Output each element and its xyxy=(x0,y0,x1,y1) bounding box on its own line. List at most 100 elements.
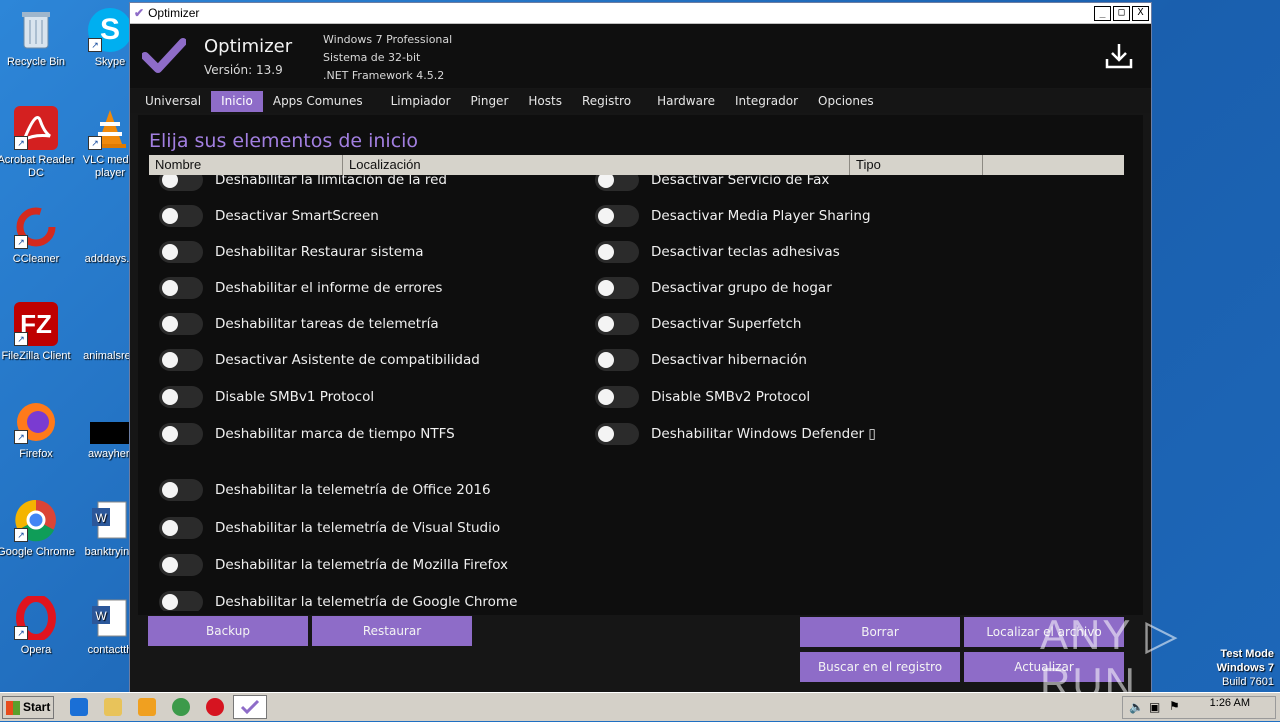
desktop-icon-firefox[interactable]: ↗ Firefox xyxy=(0,400,75,461)
toggle-switch[interactable] xyxy=(595,277,639,299)
chrome-taskbar-icon[interactable] xyxy=(172,698,190,716)
tab-apps-comunes[interactable]: Apps Comunes xyxy=(263,91,381,112)
tab-pinger[interactable]: Pinger xyxy=(461,91,519,112)
toggle-switch[interactable] xyxy=(159,386,203,408)
windows-logo-icon xyxy=(6,700,20,715)
toggle-item[interactable]: Disable SMBv2 Protocol xyxy=(595,386,810,408)
desktop-icon-filezilla[interactable]: FZ ↗ FileZilla Client xyxy=(0,302,75,363)
system-tray: 🔈 ▣ ⚑ xyxy=(1122,696,1276,719)
panel-title: Elija sus elementos de inicio xyxy=(149,130,419,152)
toggle-item[interactable]: Desactivar hibernación xyxy=(595,349,807,371)
desktop-icon-chrome[interactable]: ↗ Google Chrome xyxy=(0,498,75,559)
toggle-switch[interactable] xyxy=(159,423,203,445)
toggle-label: Deshabilitar la telemetría de Google Chr… xyxy=(215,594,518,610)
toggle-item[interactable]: Deshabilitar la limitación de la red xyxy=(159,175,447,191)
toggle-item[interactable]: Deshabilitar tareas de telemetría xyxy=(159,313,439,335)
clock[interactable]: 1:26 AM xyxy=(1210,697,1250,709)
toggle-switch[interactable] xyxy=(159,349,203,371)
desktop-icon-label: contactth xyxy=(87,644,133,656)
toggle-item[interactable]: Desactivar Servicio de Fax xyxy=(595,175,829,191)
internet-explorer-icon[interactable] xyxy=(70,698,88,716)
optimizer-taskbar-button[interactable] xyxy=(233,695,267,719)
toggle-switch[interactable] xyxy=(159,205,203,227)
toggle-item[interactable]: Deshabilitar marca de tiempo NTFS xyxy=(159,423,455,445)
flag-icon[interactable]: ⚑ xyxy=(1169,699,1180,713)
toggle-item[interactable]: Deshabilitar la telemetría de Mozilla Fi… xyxy=(159,554,508,576)
minimize-button[interactable]: _ xyxy=(1094,6,1111,21)
toggle-switch[interactable] xyxy=(159,175,203,191)
toggle-item[interactable]: Deshabilitar la telemetría de Office 201… xyxy=(159,479,491,501)
tab-universal[interactable]: Universal xyxy=(135,91,211,112)
desktop-icon-label: Firefox xyxy=(19,448,53,460)
toggle-switch[interactable] xyxy=(159,313,203,335)
desktop-icon-recycle-bin[interactable]: Recycle Bin xyxy=(0,8,75,69)
file-explorer-icon[interactable] xyxy=(104,698,122,716)
close-button[interactable]: X xyxy=(1132,6,1149,21)
media-player-icon[interactable] xyxy=(138,698,156,716)
title-bar[interactable]: ✔ Optimizer _ □ X xyxy=(130,3,1151,24)
toggle-label: Desactivar teclas adhesivas xyxy=(651,244,840,260)
desktop-icon-label: adddays.p xyxy=(84,253,136,265)
taskbar: Start 🔈 ▣ ⚑ 1:26 AM xyxy=(0,692,1280,721)
shortcut-arrow-icon: ↗ xyxy=(14,430,28,444)
toggle-switch[interactable] xyxy=(159,554,203,576)
tab-registro[interactable]: Registro xyxy=(572,91,647,112)
toggle-switch[interactable] xyxy=(595,175,639,191)
toggle-switch[interactable] xyxy=(595,241,639,263)
tab-opciones[interactable]: Opciones xyxy=(808,91,884,112)
toggle-item[interactable]: Deshabilitar Restaurar sistema xyxy=(159,241,424,263)
tab-inicio[interactable]: Inicio xyxy=(211,91,263,112)
toggle-switch[interactable] xyxy=(159,591,203,611)
search-registry-button[interactable]: Buscar en el registro xyxy=(800,652,960,682)
delete-button[interactable]: Borrar xyxy=(800,617,960,647)
toggle-switch[interactable] xyxy=(595,205,639,227)
download-icon[interactable] xyxy=(1105,42,1133,70)
toggle-switch[interactable] xyxy=(595,313,639,335)
restore-button[interactable]: Restaurar xyxy=(312,616,472,646)
toggle-item[interactable]: Deshabilitar Windows Defender ▯ xyxy=(595,423,876,445)
toggle-switch[interactable] xyxy=(159,241,203,263)
column-header-type[interactable]: Tipo xyxy=(850,155,983,175)
toggle-item[interactable]: Deshabilitar el informe de errores xyxy=(159,277,442,299)
toggle-item[interactable]: Disable SMBv1 Protocol xyxy=(159,386,374,408)
shortcut-arrow-icon: ↗ xyxy=(14,136,28,150)
volume-icon[interactable]: 🔈 xyxy=(1129,700,1144,714)
tab-bar: Universal Inicio Apps Comunes Limpiador … xyxy=(130,89,1151,113)
opera-taskbar-icon[interactable] xyxy=(206,698,224,716)
word-doc-icon: W xyxy=(88,596,132,640)
tab-hardware[interactable]: Hardware xyxy=(647,91,725,112)
toggle-switch[interactable] xyxy=(595,349,639,371)
desktop-icon-label: banktrying xyxy=(84,546,136,558)
backup-button[interactable]: Backup xyxy=(148,616,308,646)
file-icon xyxy=(88,205,132,249)
toggle-item[interactable]: Desactivar Media Player Sharing xyxy=(595,205,871,227)
acrobat-icon: ↗ xyxy=(14,106,58,150)
toggle-switch[interactable] xyxy=(159,277,203,299)
toggle-switch[interactable] xyxy=(595,423,639,445)
toggle-item[interactable]: Desactivar Asistente de compatibilidad xyxy=(159,349,480,371)
toggle-switch[interactable] xyxy=(595,386,639,408)
toggle-item[interactable]: Desactivar grupo de hogar xyxy=(595,277,832,299)
desktop-icon-ccleaner[interactable]: ↗ CCleaner xyxy=(0,205,75,266)
toggle-item[interactable]: Desactivar SmartScreen xyxy=(159,205,379,227)
toggle-item[interactable]: Desactivar Superfetch xyxy=(595,313,801,335)
toggle-label: Desactivar Superfetch xyxy=(651,316,802,332)
desktop-icon-opera[interactable]: ↗ Opera xyxy=(0,594,75,657)
column-header-location[interactable]: Localización xyxy=(343,155,850,175)
column-header-name[interactable]: Nombre xyxy=(149,155,343,175)
toggle-item[interactable]: Desactivar teclas adhesivas xyxy=(595,241,840,263)
toggle-item[interactable]: Deshabilitar la telemetría de Visual Stu… xyxy=(159,517,500,539)
toggle-switch[interactable] xyxy=(159,479,203,501)
maximize-button[interactable]: □ xyxy=(1113,6,1130,21)
toggle-label: Deshabilitar la telemetría de Office 201… xyxy=(215,482,491,498)
desktop-icon-acrobat[interactable]: ↗ Acrobat Reader DC xyxy=(0,106,75,180)
toggle-switch[interactable] xyxy=(159,517,203,539)
toggle-item[interactable]: Deshabilitar la telemetría de Google Chr… xyxy=(159,591,517,611)
toggle-label: Desactivar hibernación xyxy=(651,352,807,368)
tab-hosts[interactable]: Hosts xyxy=(518,91,572,112)
tab-integrador[interactable]: Integrador xyxy=(725,91,808,112)
network-icon[interactable]: ▣ xyxy=(1149,700,1160,714)
start-button[interactable]: Start xyxy=(2,696,54,719)
toggle-label: Desactivar Servicio de Fax xyxy=(651,175,830,188)
tab-limpiador[interactable]: Limpiador xyxy=(381,91,461,112)
